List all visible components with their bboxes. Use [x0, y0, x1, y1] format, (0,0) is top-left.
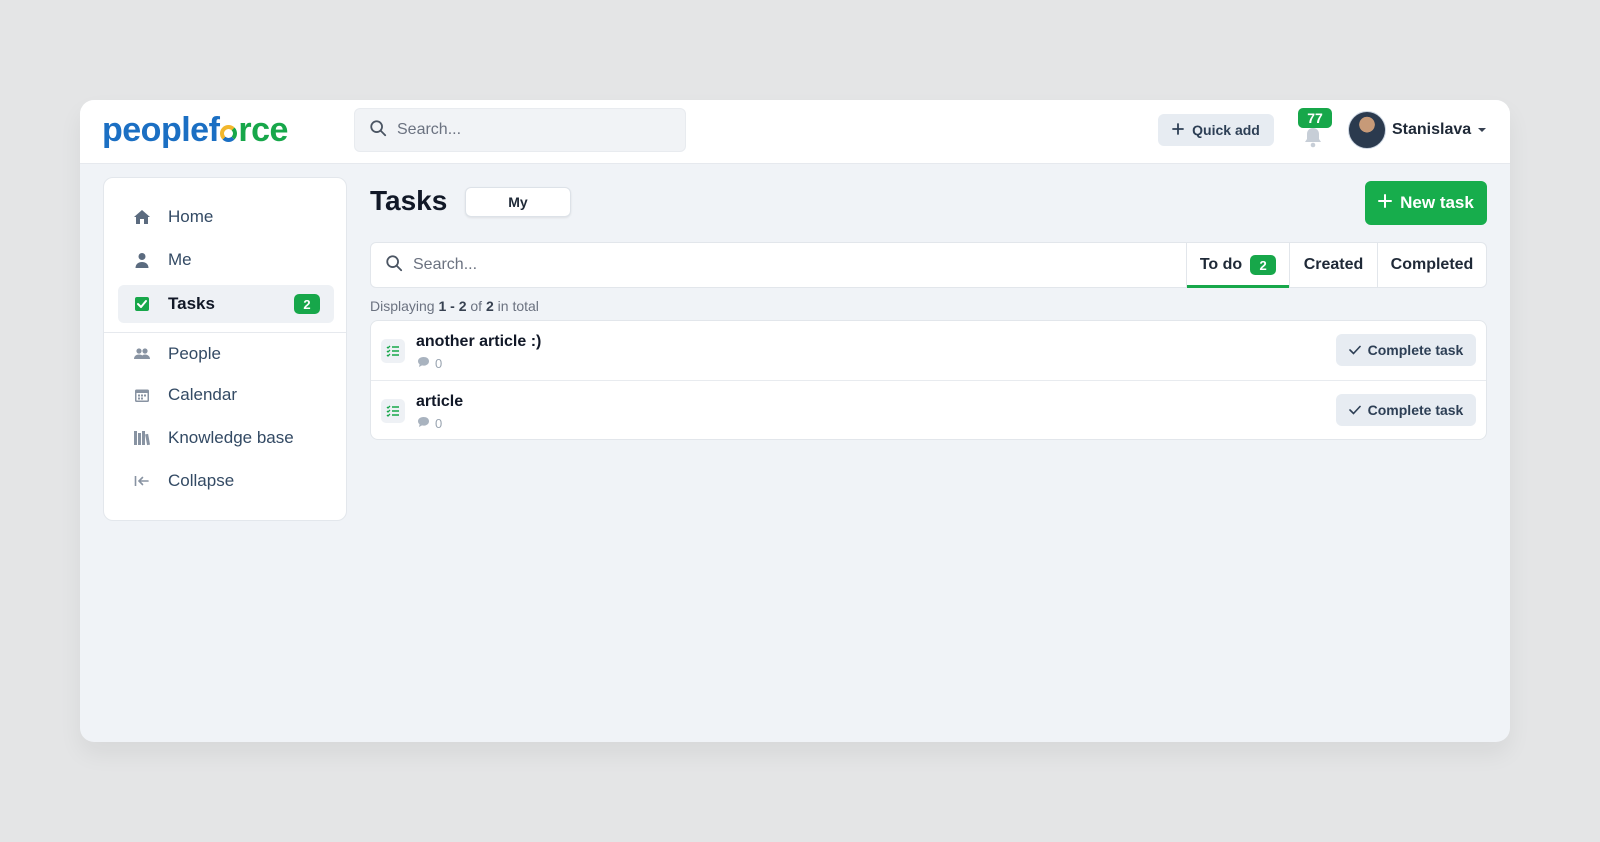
calendar-icon — [132, 385, 152, 405]
search-icon — [385, 254, 403, 277]
checkbox-icon — [132, 294, 152, 314]
task-search[interactable] — [371, 243, 1186, 287]
sidebar-item-tasks[interactable]: Tasks 2 — [118, 285, 334, 323]
global-search[interactable] — [354, 108, 686, 152]
peopleforce-logo[interactable]: peoplef rce — [102, 110, 288, 150]
task-title[interactable]: article — [416, 393, 463, 411]
sidebar-item-label: Calendar — [168, 385, 237, 404]
task-title[interactable]: another article :) — [416, 333, 541, 351]
scope-toggle-my[interactable]: My — [465, 187, 571, 217]
task-comments: 0 — [417, 416, 442, 431]
page-title: Tasks — [370, 185, 448, 216]
new-task-button[interactable]: New task — [1365, 181, 1487, 225]
task-search-input[interactable] — [413, 256, 1186, 274]
new-task-label: New task — [1400, 193, 1474, 212]
sidebar-item-knowledge-base[interactable]: Knowledge base — [118, 419, 334, 457]
task-row[interactable]: another article :) 0 Complete task — [371, 321, 1486, 381]
notifications-count-badge: 77 — [1298, 108, 1332, 128]
complete-task-label: Complete task — [1367, 342, 1464, 358]
complete-task-button[interactable]: Complete task — [1336, 394, 1476, 426]
logo-ring-icon — [220, 125, 238, 142]
quick-add-label: Quick add — [1192, 122, 1260, 138]
task-list: another article :) 0 Complete task artic… — [370, 320, 1487, 440]
pagination-total: 2 — [485, 298, 494, 314]
sidebar-item-label: Collapse — [168, 471, 235, 490]
plus-icon — [1172, 122, 1185, 138]
top-bar: peoplef rce Quick add 77 Stanislava — [80, 100, 1510, 164]
sidebar: Home Me Tasks 2 People Calendar Knowledg… — [103, 177, 347, 521]
comment-count: 0 — [435, 416, 443, 431]
complete-task-label: Complete task — [1367, 402, 1464, 418]
check-icon — [1348, 402, 1361, 418]
global-search-input[interactable] — [397, 121, 685, 139]
sidebar-item-collapse[interactable]: Collapse — [118, 462, 334, 500]
pagination-of: of — [470, 298, 483, 314]
sidebar-item-home[interactable]: Home — [118, 198, 334, 236]
avatar — [1348, 111, 1386, 149]
tab-label: To do — [1199, 256, 1243, 273]
sidebar-item-people[interactable]: People — [118, 335, 334, 373]
app-window: peoplef rce Quick add 77 Stanislava — [80, 100, 1510, 742]
sidebar-item-label: People — [168, 344, 221, 363]
pagination-prefix: Displaying — [370, 298, 435, 314]
quick-add-button[interactable]: Quick add — [1158, 114, 1274, 146]
plus-icon — [1378, 193, 1393, 213]
logo-text-part2: rce — [238, 111, 288, 149]
tab-label: Created — [1303, 256, 1364, 273]
pagination-info: Displaying 1 - 2 of 2 in total — [370, 298, 539, 314]
task-comments: 0 — [417, 356, 442, 371]
tasks-count-badge: 2 — [294, 294, 320, 314]
logo-text-part1: peoplef — [102, 111, 220, 149]
home-icon — [132, 207, 152, 227]
comment-icon — [417, 416, 430, 431]
books-icon — [132, 428, 152, 448]
sidebar-item-me[interactable]: Me — [118, 241, 334, 279]
sidebar-item-label: Me — [168, 250, 192, 269]
pagination-suffix: in total — [497, 298, 539, 314]
task-checklist-icon — [381, 399, 405, 423]
tab-completed[interactable]: Completed — [1377, 243, 1486, 287]
caret-down-icon — [1477, 121, 1487, 139]
bell-icon — [1303, 126, 1323, 153]
search-icon — [369, 119, 387, 142]
user-name: Stanislava — [1392, 121, 1472, 138]
user-icon — [132, 250, 152, 270]
comment-icon — [417, 356, 430, 371]
complete-task-button[interactable]: Complete task — [1336, 334, 1476, 366]
sidebar-item-label: Home — [168, 207, 214, 226]
task-row[interactable]: article 0 Complete task — [371, 380, 1486, 440]
pagination-range: 1 - 2 — [438, 298, 467, 314]
people-icon — [132, 344, 152, 364]
task-filter-bar: To do 2 Created Completed — [370, 242, 1487, 288]
tab-created[interactable]: Created — [1289, 243, 1377, 287]
user-menu[interactable]: Stanislava — [1348, 110, 1487, 150]
sidebar-item-calendar[interactable]: Calendar — [118, 376, 334, 414]
task-checklist-icon — [381, 339, 405, 363]
sidebar-item-label: Knowledge base — [168, 428, 294, 447]
tab-label: Completed — [1390, 256, 1474, 273]
tab-to-do[interactable]: To do 2 — [1186, 243, 1289, 288]
collapse-icon — [132, 471, 152, 491]
sidebar-item-label: Tasks — [168, 294, 215, 313]
check-icon — [1348, 342, 1361, 358]
notifications-button[interactable]: 77 — [1298, 108, 1338, 152]
sidebar-divider — [104, 332, 346, 333]
comment-count: 0 — [435, 356, 443, 371]
tab-count-badge: 2 — [1250, 255, 1277, 275]
